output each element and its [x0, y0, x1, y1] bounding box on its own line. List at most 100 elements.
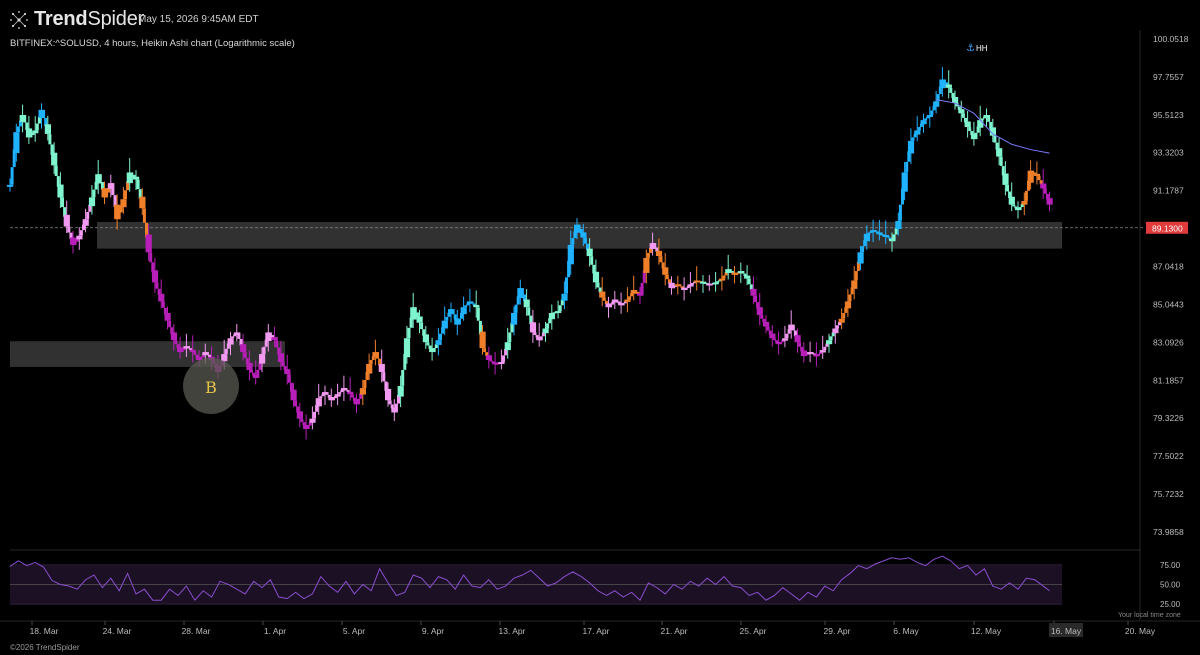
candle [344, 388, 348, 391]
candle [684, 288, 688, 290]
candle [63, 214, 70, 227]
candle [1018, 207, 1022, 211]
time-axis: 18. Mar 24. Mar 28. Mar 1. Apr 5. Apr 9. Apr 1… [0, 620, 1200, 637]
candle [766, 326, 770, 331]
candle [561, 293, 568, 301]
candle [174, 340, 178, 345]
candle [158, 293, 165, 302]
candle [51, 152, 58, 166]
candle [287, 374, 291, 383]
candle [1012, 204, 1016, 207]
candle [993, 135, 997, 143]
price-tick-label: 75.7232 [1153, 489, 1184, 499]
candle [785, 333, 789, 339]
candle [92, 189, 96, 198]
candle [952, 96, 959, 104]
candle [968, 127, 972, 132]
candle [741, 271, 745, 274]
candle [1033, 173, 1041, 176]
candle [1027, 170, 1034, 183]
time-tick-label: 29. Apr [824, 626, 851, 636]
candle [722, 275, 726, 279]
candle [145, 234, 152, 253]
time-tick-label: 24. Mar [103, 626, 132, 636]
candle [659, 256, 663, 263]
trendspider-logo[interactable]: TrendSpider [8, 8, 144, 31]
candle [826, 340, 833, 345]
candle [441, 320, 448, 329]
candle [1006, 184, 1009, 192]
candle [170, 332, 177, 341]
candle [817, 354, 820, 357]
candle [1046, 198, 1053, 205]
candle [511, 312, 518, 325]
candle [205, 352, 209, 355]
candle [911, 137, 915, 141]
price-tick-label: 95.5123 [1153, 110, 1184, 120]
price-tick-label: 93.3203 [1153, 148, 1184, 158]
candle [1002, 173, 1009, 185]
candle [221, 354, 228, 362]
candle [76, 235, 83, 240]
price-tick-label: 83.0926 [1153, 337, 1184, 347]
candle [29, 135, 33, 138]
candle [460, 307, 467, 315]
candle [432, 348, 436, 353]
candle [313, 411, 316, 419]
last-price-label: 89.1300 [1152, 223, 1183, 233]
candle [32, 130, 39, 134]
candle [7, 184, 14, 187]
candle [363, 380, 367, 388]
candle [439, 333, 442, 341]
candle [1043, 188, 1047, 194]
candle [378, 363, 385, 372]
candle [67, 226, 71, 233]
candle [1040, 183, 1047, 189]
candle [514, 304, 518, 313]
candle [231, 336, 235, 339]
time-tick-label: 17. Apr [583, 626, 610, 636]
candle [835, 325, 839, 329]
candle [1037, 176, 1041, 181]
candle [483, 348, 487, 353]
candle [539, 336, 543, 341]
candle [338, 392, 342, 395]
candle [905, 161, 909, 173]
candle [334, 394, 341, 397]
candle [779, 342, 783, 345]
rsi-panel: 75.00 50.00 25.00 [9, 549, 1181, 609]
time-tick-label: 5. Apr [343, 626, 365, 636]
candle [974, 132, 978, 140]
candle [309, 418, 316, 423]
candle [769, 333, 776, 339]
candle [259, 354, 266, 364]
candle [369, 360, 373, 364]
price-tick-label: 87.0418 [1153, 262, 1184, 272]
copyright-notice: ©2026 TrendSpider [10, 643, 80, 652]
candle [687, 284, 694, 287]
candle [1021, 201, 1028, 205]
candle [180, 350, 184, 353]
candle [422, 334, 429, 343]
candle [529, 322, 537, 333]
candle [854, 271, 858, 281]
candle [193, 352, 197, 355]
candle [420, 322, 424, 330]
candle [655, 250, 663, 257]
candle [832, 328, 839, 334]
price-tick-label: 91.1787 [1153, 186, 1184, 196]
price-chart[interactable]: B⚓ HH 75.0050.0025.00 18. Mar 24. Mar 28. M… [0, 0, 1200, 655]
candle [401, 369, 405, 386]
candle [823, 346, 827, 351]
candle [403, 338, 411, 358]
local-time-zone-label[interactable]: Your local time zone [1118, 612, 1181, 619]
price-tick-label: 81.1857 [1153, 375, 1184, 385]
candle [508, 332, 512, 343]
candle [407, 327, 411, 339]
candle [325, 392, 329, 395]
candle [829, 336, 833, 341]
candle [621, 303, 625, 306]
candle [498, 361, 505, 364]
candle [1008, 196, 1015, 205]
candle [819, 350, 826, 353]
